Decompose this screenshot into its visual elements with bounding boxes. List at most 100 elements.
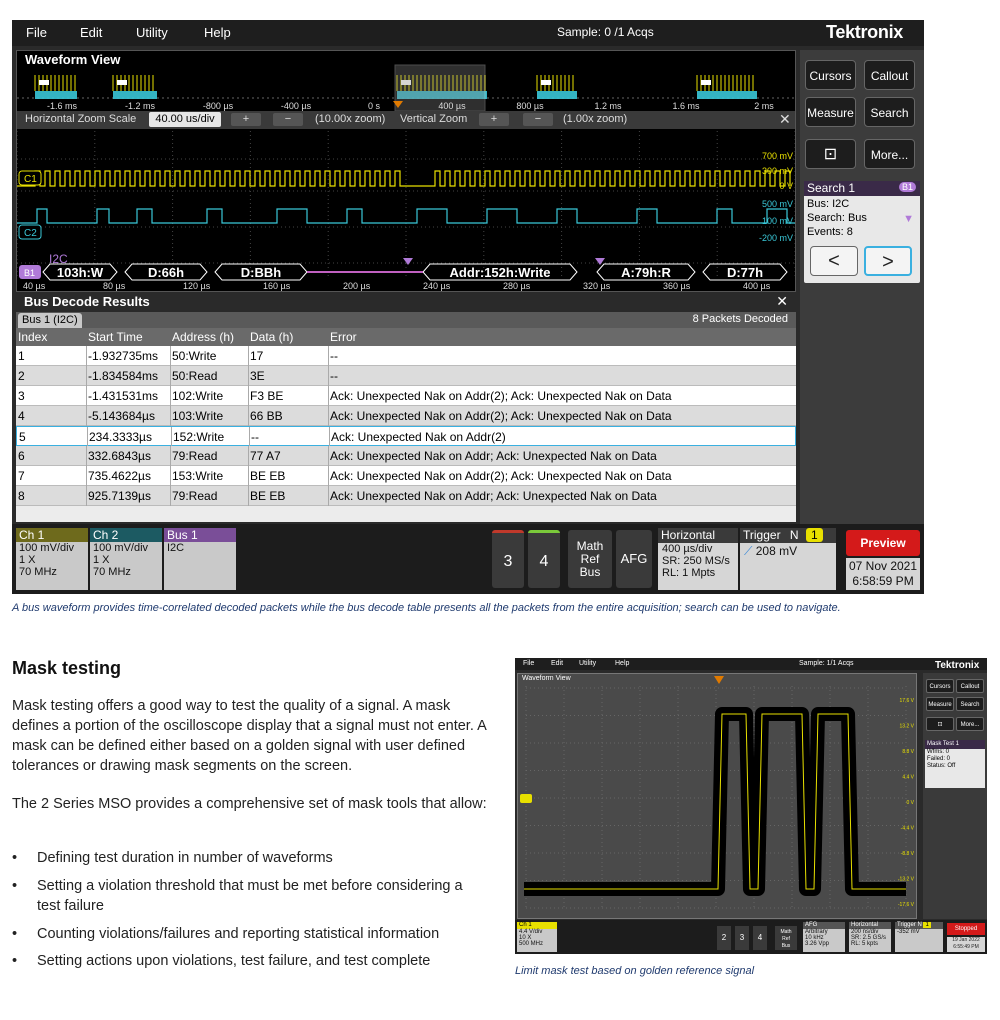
s2-waveform-view[interactable]: 17.6 V 13.2 V 8.8 V 4.4 V 0 V -4.4 V -8.8 V -13… [517, 673, 917, 919]
col-start-time[interactable]: Start Time [88, 330, 143, 344]
s2-horizontal-badge[interactable]: Horizontal 200 ns/div SR: 2.5 GS/s RL: 5… [849, 922, 891, 952]
trigger-badge[interactable]: Trigger N 1 ⟋ 208 mV [740, 528, 836, 590]
s2-menu-file[interactable]: File [523, 660, 534, 667]
search-next-button[interactable]: > [864, 246, 912, 276]
s2-cursors-button[interactable]: Cursors [926, 679, 954, 693]
s2-menu-utility[interactable]: Utility [579, 660, 596, 667]
s2-more-button[interactable]: More... [956, 717, 984, 731]
zoom-close-icon[interactable]: ✕ [779, 111, 791, 128]
table-cell: 8 [18, 489, 25, 503]
table-row[interactable]: 2 -1.834584ms 50:Read 3E -- [16, 366, 796, 386]
ch4-button[interactable]: 4 [528, 530, 560, 588]
s2-search-button[interactable]: Search [956, 697, 984, 711]
measure-button[interactable]: Measure [805, 97, 856, 127]
cursors-button[interactable]: Cursors [805, 60, 856, 90]
v-zoom-out-button[interactable]: − [523, 113, 553, 126]
horizontal-rl: RL: 1 Mpts [662, 567, 716, 579]
more-button[interactable]: More... [864, 139, 915, 169]
menu-file[interactable]: File [26, 25, 47, 40]
s2-ch1-badge[interactable]: Ch 1 4.4 V/div 10 X 500 MHz [517, 922, 557, 952]
col-data[interactable]: Data (h) [250, 330, 293, 344]
search-title-text: Search 1 [807, 181, 856, 195]
table-row[interactable]: 5 234.3333µs 152:Write -- Ack: Unexpected Na… [16, 426, 796, 447]
cell-divider [248, 466, 249, 486]
cell-divider [87, 427, 88, 447]
search-badge[interactable]: Search 1 B1 Bus: I2C Search: Bus Events:… [804, 181, 920, 283]
s2-afg-title: AFG [803, 922, 845, 929]
overview-bus-packet [39, 80, 49, 85]
cell-divider [328, 486, 329, 506]
search-prev-button[interactable]: < [810, 246, 858, 276]
table-row[interactable]: 3 -1.431531ms 102:Write F3 BE Ack: Unexpecte… [16, 386, 796, 406]
bullet-text: Setting a violation threshold that must … [37, 878, 463, 914]
afg-button[interactable]: AFG [616, 530, 652, 588]
h-zoom-scale-field[interactable]: 40.00 us/div [149, 112, 221, 127]
h-zoom-out-button[interactable]: − [273, 113, 303, 126]
s2-math-ref-bus-button[interactable]: Math Ref Bus [775, 926, 797, 950]
table-row[interactable]: 7 735.4622µs 153:Write BE EB Ack: Unexpected… [16, 466, 796, 486]
zoom-tick-label: 200 µs [343, 281, 371, 291]
table-cell: BE EB [250, 489, 286, 503]
v-zoom-in-button[interactable]: + [479, 113, 509, 126]
table-row[interactable]: 8 925.7139µs 79:Read BE EB Ack: Unexpected N… [16, 486, 796, 506]
s2-zoom-icon[interactable]: ⊡ [926, 717, 954, 731]
s2-mask-badge[interactable]: Mask Test 1 Wfms: 0 Failed: 0 Status: Of… [925, 740, 985, 788]
bus-tag: B1 [898, 182, 916, 192]
ch3-button[interactable]: 3 [492, 530, 524, 588]
math-ref-bus-button[interactable]: Math Ref Bus [568, 530, 612, 588]
callout-button[interactable]: Callout [864, 60, 915, 90]
cell-divider [171, 427, 172, 447]
s2-volt-label: 4.4 V [902, 775, 914, 781]
waveform-view[interactable]: -1.6 ms -1.2 ms -800 µs -400 µs 0 s 400 µs 800… [16, 50, 796, 292]
table-row[interactable]: 6 332.6843µs 79:Read 77 A7 Ack: Unexpected N… [16, 446, 796, 466]
bus-decode-close-icon[interactable]: ✕ [776, 293, 788, 310]
table-cell: 6 [18, 449, 25, 463]
ch1-volt-label: 300 mV [762, 166, 793, 176]
s2-ch3-button[interactable]: 3 [735, 926, 749, 950]
brand-logo: Tektronix [826, 22, 903, 42]
h-zoom-in-button[interactable]: + [231, 113, 261, 126]
table-cell: 79:Read [172, 489, 218, 503]
s2-date-text: 19 Jan 2022 [952, 937, 980, 943]
table-row[interactable]: 1 -1.932735ms 50:Write 17 -- [16, 346, 796, 366]
menu-edit[interactable]: Edit [80, 25, 102, 40]
cell-divider [328, 446, 329, 466]
cell-divider [170, 386, 171, 406]
h-zoom-factor: (10.00x zoom) [315, 113, 386, 125]
table-header: Index Start Time Address (h) Data (h) Er… [16, 328, 796, 346]
ch2-probe: 1 X [93, 554, 110, 566]
menu-help[interactable]: Help [204, 25, 231, 40]
col-error[interactable]: Error [330, 330, 357, 344]
s2-menu-help[interactable]: Help [615, 660, 629, 667]
s2-volt-label: -17.6 V [898, 902, 915, 908]
search-title: Search 1 B1 [804, 181, 920, 196]
ch1-badge[interactable]: Ch 1 100 mV/div 1 X 70 MHz [16, 528, 88, 590]
search-bus: Bus: I2C [807, 198, 850, 210]
col-address[interactable]: Address (h) [172, 330, 234, 344]
s2-menu-edit[interactable]: Edit [551, 660, 563, 667]
ch2-badge[interactable]: Ch 2 100 mV/div 1 X 70 MHz [90, 528, 162, 590]
s2-ch4-button[interactable]: 4 [753, 926, 767, 950]
tab-bus1[interactable]: Bus 1 (I2C) [18, 313, 82, 328]
preview-button[interactable]: Preview [846, 530, 920, 556]
s2-measure-button[interactable]: Measure [926, 697, 954, 711]
table-cell: 735.4622µs [88, 469, 151, 483]
horizontal-badge[interactable]: Horizontal 400 µs/div SR: 250 MS/s RL: 1… [658, 528, 738, 590]
s2-math-label: Math [780, 929, 792, 935]
search-button[interactable]: Search [864, 97, 915, 127]
s2-trigger-badge[interactable]: Trigger N 1 -352 mV [895, 922, 943, 952]
s2-ch2-button[interactable]: 2 [717, 926, 731, 950]
s2-volt-label: 17.6 V [900, 698, 915, 704]
menu-utility[interactable]: Utility [136, 25, 168, 40]
bus-packet-label: Addr:152h:Write [450, 265, 551, 280]
table-cell: 79:Read [172, 449, 218, 463]
table-row[interactable]: 4 -5.143684µs 103:Write 66 BB Ack: Unexpecte… [16, 406, 796, 426]
s2-afg-badge[interactable]: AFG Arbitrary 10 kHz 3.26 Vpp [803, 922, 845, 952]
s2-stopped-button[interactable]: Stopped [947, 923, 985, 935]
s2-mask-trace [520, 676, 906, 896]
cell-divider [328, 466, 329, 486]
bus1-badge[interactable]: Bus 1 I2C [164, 528, 236, 590]
s2-callout-button[interactable]: Callout [956, 679, 984, 693]
col-index[interactable]: Index [18, 330, 47, 344]
zoom-icon[interactable]: ⊡ [805, 139, 856, 169]
